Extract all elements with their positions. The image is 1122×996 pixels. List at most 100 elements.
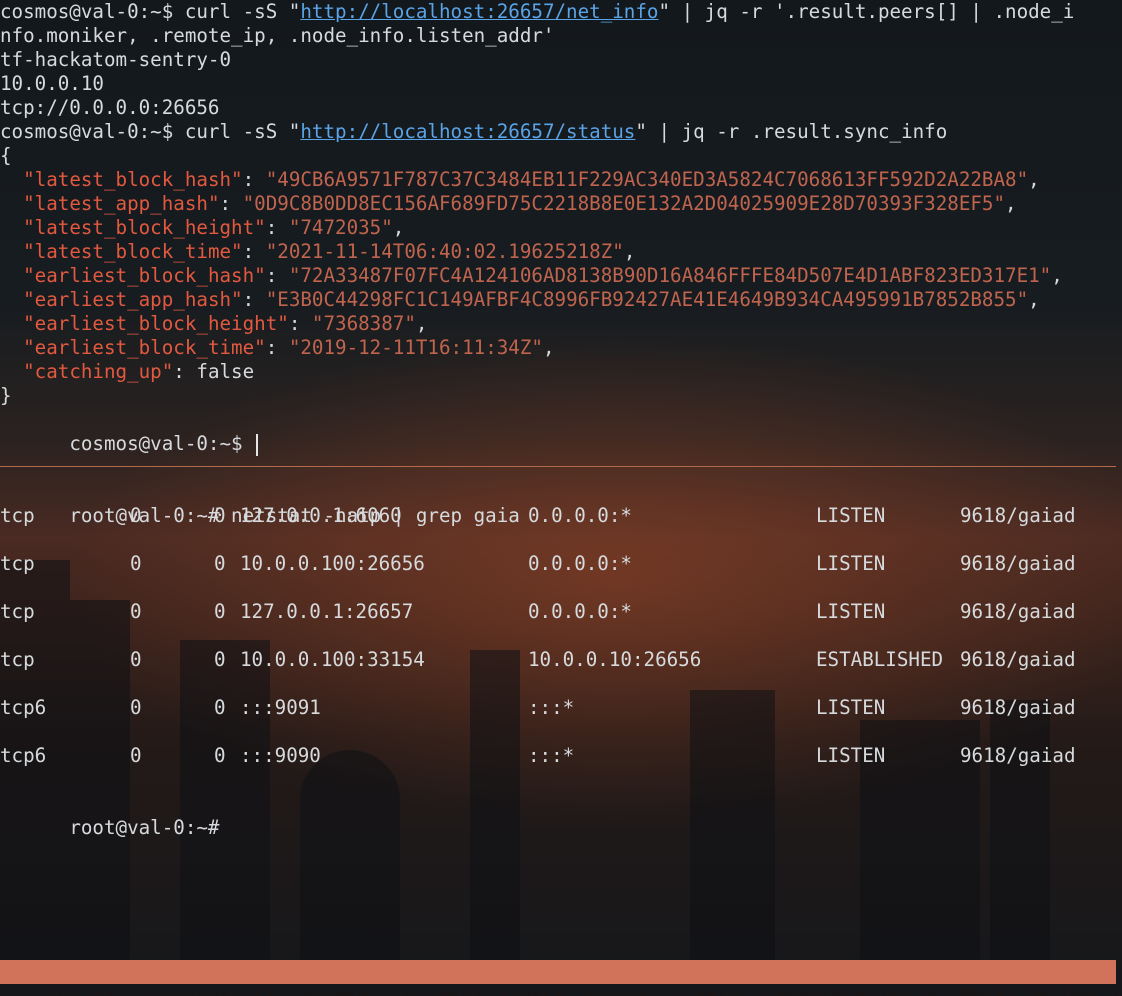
cell-send: 0 (214, 648, 226, 671)
cell-state: LISTEN (816, 600, 886, 623)
tmux-window-tab[interactable]: 3:bash- (300, 984, 381, 996)
output-line: "latest_block_time": "2021-11-14T06:40:0… (0, 240, 1122, 264)
json-key: "latest_block_time" (23, 240, 243, 263)
cell-send: 0 (214, 552, 226, 575)
table-row: tcp 0 0 127.0.0.1:26657 0.0.0.0:* LISTEN 9618/… (0, 600, 1122, 624)
tmux-window-tab[interactable]: 7:bash (670, 984, 739, 996)
json-key: "latest_block_hash" (23, 168, 243, 191)
json-value: "72A33487F07FC4A124106AD8138B90D16A846FF… (288, 264, 1052, 287)
prompt-line[interactable]: cosmos@val-0:~$ (0, 408, 1122, 456)
shell-prompt: cosmos@val-0:~$ (69, 432, 255, 455)
output-text: : false (173, 360, 255, 383)
json-key: "earliest_block_height" (23, 312, 289, 335)
cell-foreign: 0.0.0.0:* (528, 600, 632, 623)
json-value: "E3B0C44298FC1C149AFBF4C8996FB92427AE41E… (265, 288, 1029, 311)
cell-proto: tcp (0, 600, 35, 623)
json-key: "earliest_app_hash" (23, 288, 243, 311)
tmux-window-tab[interactable]: 2:journalctl (139, 984, 278, 996)
cell-local: :::9091 (240, 696, 321, 719)
output-line: "earliest_block_time": "2019-12-11T16:11… (0, 336, 1122, 360)
json-value: "2021-11-14T06:40:02.19625218Z" (265, 240, 624, 263)
output-text: , (1005, 192, 1017, 215)
table-row: tcp 0 0 10.0.0.100:33154 10.0.0.10:26656 ESTA… (0, 648, 1122, 672)
table-row: tcp 0 0 10.0.0.100:26656 0.0.0.0:* LISTEN 9618… (0, 552, 1122, 576)
output-text: : (265, 264, 289, 287)
json-key: "earliest_block_hash" (23, 264, 266, 287)
output-text: nfo.moniker, .remote_ip, .node_info.list… (0, 24, 555, 47)
cell-foreign: 0.0.0.0:* (528, 552, 632, 575)
output-text: : (242, 240, 266, 263)
output-line: "latest_block_hash": "49CB6A9571F787C37C… (0, 168, 1122, 192)
status-date: 08-Dec-21 (1028, 984, 1122, 996)
json-key: "catching_up" (23, 360, 174, 383)
url-link[interactable]: http://localhost:26657/net_info (300, 0, 658, 23)
cell-foreign: 10.0.0.10:26656 (528, 648, 702, 671)
window-title: "cosmos@val-0: ~" (750, 984, 948, 996)
top-pane-output: cosmos@val-0:~$ curl -sS "http://localho… (0, 0, 1122, 408)
cell-proto: tcp6 (0, 696, 47, 719)
output-text: " | jq -r .result.sync_info (635, 120, 948, 143)
bottom-pane[interactable]: root@val-0:~# netstat -natp | grep gaia … (0, 480, 1122, 839)
output-text: : (265, 336, 289, 359)
text-cursor (256, 433, 259, 456)
json-value: "7472035" (288, 216, 393, 239)
prompt-line[interactable]: root@val-0:~# (0, 792, 1122, 839)
output-text: tcp://0.0.0.0:26656 (0, 96, 220, 119)
output-text: { (0, 144, 12, 167)
command-line: root@val-0:~# netstat -natp | grep gaia (0, 480, 1122, 527)
tmux-window-tab[interactable]: 6:vim (589, 984, 647, 996)
cell-local: 10.0.0.100:33154 (240, 648, 425, 671)
table-row: tcp6 0 0:::9091:::* LISTEN 9618/gaiad (0, 696, 1122, 720)
output-line: "latest_block_height": "7472035", (0, 216, 1122, 240)
json-value: "0D9C8B0DD8EC156AF689FD75C2218B8E0E132A2… (242, 192, 1006, 215)
cell-recv: 0 (130, 648, 142, 671)
tmux-window-tab[interactable]: 4:bash* (404, 984, 485, 996)
output-line: nfo.moniker, .remote_ip, .node_info.list… (0, 24, 1122, 48)
output-text: " | jq -r '.result.peers[] | .node_i (658, 0, 1075, 23)
json-value: "2019-12-11T16:11:34Z" (288, 336, 543, 359)
tmux-window-tab[interactable]: <3 (92, 984, 115, 996)
cell-pid: 9618/gaiad (960, 744, 1076, 767)
output-text: : (219, 192, 243, 215)
cell-proto: tcp6 (0, 744, 47, 767)
cell-pid: 9618/gaiad (960, 648, 1076, 671)
window-list: <3 2:journalctl 3:bash- 4:bash* 5:bash 6… (92, 984, 739, 996)
pane-divider[interactable] (0, 466, 1116, 467)
cell-local: :::9090 (240, 744, 321, 767)
output-line: cosmos@val-0:~$ curl -sS "http://localho… (0, 120, 1122, 144)
cell-foreign: 0.0.0.0:* (528, 504, 632, 527)
output-line: tcp://0.0.0.0:26656 (0, 96, 1122, 120)
cell-send: 0 (214, 504, 226, 527)
output-text: , (1028, 168, 1040, 191)
cell-proto: tcp (0, 504, 35, 527)
output-text: : (242, 168, 266, 191)
json-key: "latest_block_height" (23, 216, 266, 239)
json-key: "latest_app_hash" (23, 192, 220, 215)
cell-send: 0 (214, 696, 226, 719)
top-pane[interactable]: cosmos@val-0:~$ curl -sS "http://localho… (0, 0, 1122, 456)
cell-state: LISTEN (816, 552, 886, 575)
output-text: } (0, 384, 12, 407)
json-value: "7368387" (311, 312, 416, 335)
terminal-window[interactable]: cosmos@val-0:~$ curl -sS "http://localho… (0, 0, 1122, 996)
cell-state: LISTEN (816, 744, 886, 767)
output-line: 10.0.0.10 (0, 72, 1122, 96)
cell-local: 127.0.0.1:26657 (240, 600, 414, 623)
cell-send: 0 (214, 600, 226, 623)
cell-recv: 0 (130, 744, 142, 767)
cell-pid: 9618/gaiad (960, 504, 1076, 527)
tmux-window-tab[interactable]: 5:bash (497, 984, 566, 996)
output-text: cosmos@val-0:~$ curl -sS " (0, 0, 301, 23)
output-text: , (1051, 264, 1063, 287)
cell-send: 0 (214, 744, 226, 767)
output-text: tf-hackatom-sentry-0 (0, 48, 232, 71)
json-key: "earliest_block_time" (23, 336, 266, 359)
url-link[interactable]: http://localhost:26657/status (300, 120, 635, 143)
